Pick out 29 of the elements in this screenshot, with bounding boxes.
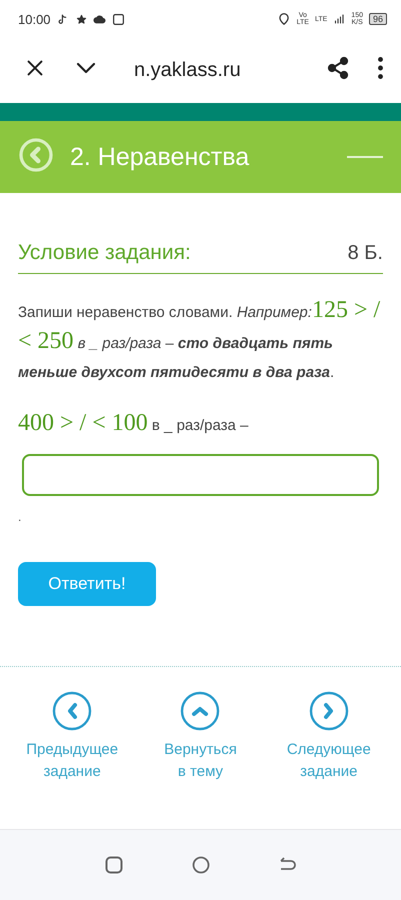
star-icon [76, 14, 87, 24]
location-pin-icon [276, 12, 291, 26]
nav-link[interactable]: Вернуться в тему [145, 691, 256, 829]
dash-icon [347, 155, 383, 159]
topic-title: 2. Неравенства [70, 142, 250, 172]
left-chevron-circle-icon [52, 691, 92, 731]
trailing-dot: . [18, 510, 22, 524]
task-points: 8 Б. [348, 242, 383, 265]
recent-apps-icon[interactable] [104, 856, 122, 874]
back-circle-icon [18, 136, 54, 172]
task-heading: Условие задания: [18, 241, 191, 265]
answer-field[interactable] [22, 454, 379, 496]
submit-button[interactable]: Ответить! [18, 562, 156, 606]
back-icon[interactable] [278, 857, 296, 873]
right-chevron-circle-icon [308, 691, 349, 731]
battery-level: 96 [368, 13, 387, 25]
signal-bars-icon [333, 13, 346, 25]
task-question: 400 > / < 100 в _ раз/раза – [18, 409, 250, 438]
task-instruction: Запиши неравенство словами. Например:125 > / < 250 в _ раз/раза – сто двадцать пять меньше двухсот пятидесяти в два раза. [18, 296, 382, 383]
more-options-icon [378, 57, 383, 79]
home-icon[interactable] [192, 856, 210, 874]
app-icon [112, 12, 125, 26]
nav-link[interactable]: Предыдущее задание [17, 691, 128, 829]
share-icon [326, 56, 350, 80]
clock-time: 10:00 [18, 12, 51, 26]
nav-link[interactable]: Следующее задание [274, 691, 384, 829]
page-address[interactable]: n.yaklass.ru [134, 59, 298, 82]
up-chevron-circle-icon [180, 691, 220, 731]
cloud-icon [92, 12, 106, 26]
